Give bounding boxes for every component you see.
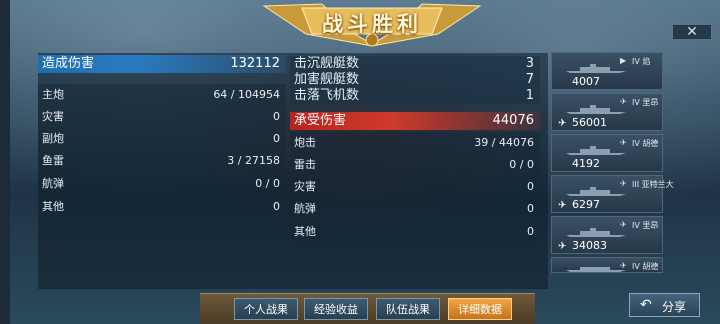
- row-value: 0: [527, 225, 534, 238]
- kills-row: 击落飞机数 1: [290, 88, 540, 104]
- row-label: 其他: [42, 200, 64, 213]
- ship-damage: 56001: [572, 116, 607, 129]
- damage-dealt-row: 其他 0: [38, 196, 286, 218]
- tab-detailed-data[interactable]: 详细数据: [448, 298, 512, 320]
- row-label: 击沉舰艇数: [294, 56, 360, 71]
- tab-personal-results[interactable]: 个人战果: [234, 298, 298, 320]
- ship-tier-name: IV 胡德: [632, 139, 659, 148]
- damage-taken-row: 雷击 0 / 0: [290, 154, 540, 176]
- damage-dealt-row: 主炮 64 / 104954: [38, 84, 286, 106]
- plane-icon: ✈: [558, 241, 567, 252]
- ship-tier-name: IV 里昂: [632, 221, 659, 230]
- ship-silhouette-icon: [566, 187, 626, 196]
- plane-icon: ✈: [558, 118, 567, 129]
- ship-silhouette-icon: [566, 228, 626, 237]
- plane-icon: ✈: [558, 200, 567, 211]
- row-value: 0 / 0: [509, 158, 534, 171]
- row-value: 0: [273, 110, 280, 123]
- damage-dealt-header: 造成伤害 132112: [38, 55, 286, 73]
- ship-tier-name: IV 焰: [632, 57, 651, 66]
- row-label: 灾害: [294, 180, 316, 193]
- tab-exp-gain[interactable]: 经验收益: [304, 298, 368, 320]
- row-label: 主炮: [42, 88, 64, 101]
- row-label: 雷击: [294, 158, 316, 171]
- ship-damage: 6297: [572, 198, 600, 211]
- damage-dealt-value: 132112: [230, 56, 280, 71]
- row-value: 7: [525, 72, 534, 87]
- ship-silhouette-icon: [566, 105, 626, 114]
- row-value: 3: [525, 56, 534, 71]
- row-label: 击落飞机数: [294, 88, 360, 103]
- title-banner: 战斗胜利: [262, 0, 482, 48]
- close-button[interactable]: ✕: [672, 24, 712, 40]
- row-value: 39 / 44076: [474, 136, 534, 149]
- damage-taken-value: 44076: [492, 113, 534, 128]
- ship-card[interactable]: ▶ IV 焰 4007: [551, 52, 663, 90]
- ship-silhouette-icon: [566, 64, 626, 73]
- row-label: 加害舰艇数: [294, 72, 360, 87]
- ship-card[interactable]: ✈ IV 胡德 4192: [551, 134, 663, 172]
- page-title: 战斗胜利: [322, 12, 422, 36]
- ship-damage: 4007: [572, 75, 600, 88]
- ship-tier-name: IV 里昂: [632, 98, 659, 107]
- damage-dealt-row: 副炮 0: [38, 128, 286, 150]
- ship-tier-name: IV 胡德: [632, 262, 659, 271]
- damage-dealt-row: 鱼雷 3 / 27158: [38, 150, 286, 172]
- row-label: 鱼雷: [42, 154, 64, 167]
- row-value: 1: [525, 88, 534, 103]
- ship-card[interactable]: ✈ IV 里昂 ✈ 34083: [551, 216, 663, 254]
- damage-dealt-label: 造成伤害: [42, 56, 95, 71]
- row-value: 0 / 0: [255, 177, 280, 190]
- row-value: 64 / 104954: [213, 88, 280, 101]
- damage-taken-row: 其他 0: [290, 221, 540, 243]
- row-label: 炮击: [294, 136, 316, 149]
- row-value: 3 / 27158: [227, 154, 280, 167]
- damage-taken-row: 炮击 39 / 44076: [290, 132, 540, 154]
- share-button[interactable]: ↶ 分享: [629, 293, 700, 317]
- damage-dealt-row: 航弹 0 / 0: [38, 173, 286, 195]
- damage-taken-label: 承受伤害: [294, 113, 347, 128]
- ship-card[interactable]: ✈ IV 里昂 ✈ 56001: [551, 93, 663, 131]
- ship-silhouette-icon: [566, 146, 626, 155]
- share-label: 分享: [662, 300, 687, 314]
- row-label: 副炮: [42, 132, 64, 145]
- ship-damage: 4192: [572, 157, 600, 170]
- ship-card[interactable]: ✈ III 亚特兰大 ✈ 6297: [551, 175, 674, 213]
- damage-taken-row: 灾害 0: [290, 176, 540, 198]
- ship-silhouette-icon: [566, 267, 626, 272]
- damage-dealt-row: 灾害 0: [38, 106, 286, 128]
- damage-taken-row: 航弹 0: [290, 198, 540, 220]
- row-label: 航弹: [42, 177, 64, 190]
- ship-damage: 34083: [572, 239, 607, 252]
- left-edge-bar: [0, 0, 10, 324]
- ship-tier-name: III 亚特兰大: [632, 180, 674, 189]
- kills-row: 加害舰艇数 7: [290, 72, 540, 88]
- row-label: 其他: [294, 225, 316, 238]
- row-value: 0: [273, 132, 280, 145]
- row-label: 灾害: [42, 110, 64, 123]
- kills-row: 击沉舰艇数 3: [290, 56, 540, 72]
- row-label: 航弹: [294, 202, 316, 215]
- ship-card[interactable]: ✈ IV 胡德: [551, 257, 663, 273]
- damage-taken-header: 承受伤害 44076: [290, 112, 540, 130]
- row-value: 0: [273, 200, 280, 213]
- tab-team-results[interactable]: 队伍战果: [376, 298, 440, 320]
- row-value: 0: [527, 180, 534, 193]
- share-arrow-icon: ↶: [640, 297, 652, 313]
- row-value: 0: [527, 202, 534, 215]
